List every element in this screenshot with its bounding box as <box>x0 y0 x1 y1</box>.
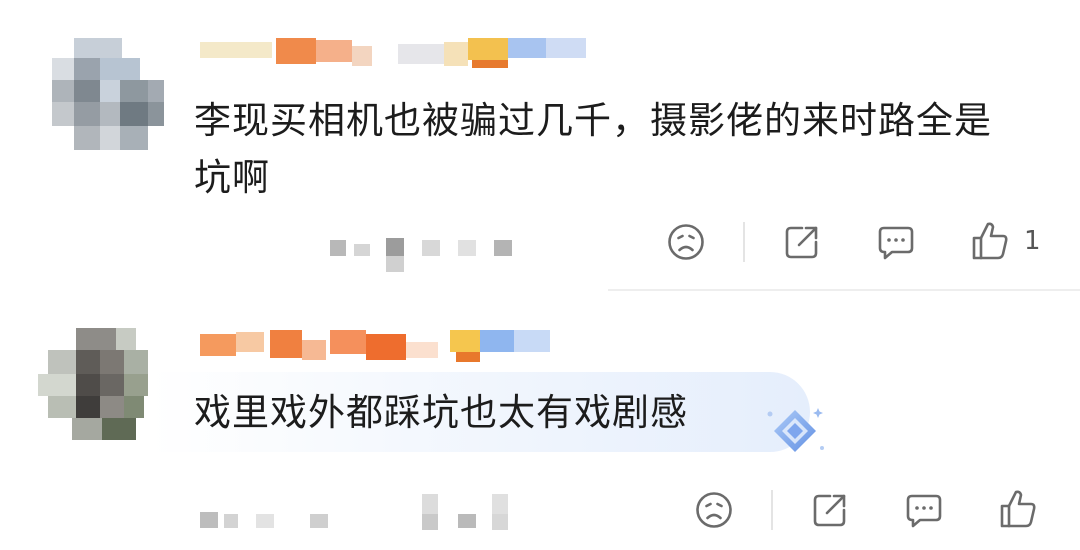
diamond-gem-icon <box>767 408 824 452</box>
action-divider <box>771 490 773 530</box>
username-redacted[interactable] <box>200 330 552 364</box>
dislike-button[interactable] <box>694 490 734 530</box>
share-button[interactable] <box>810 490 850 530</box>
comment-item: 戏里戏外都踩坑也太有戏剧感 <box>0 0 1080 550</box>
comment-meta-redacted <box>200 492 530 532</box>
like-button[interactable] <box>998 488 1052 530</box>
comment-bubble-icon <box>906 494 942 528</box>
comment-text: 戏里戏外都踩坑也太有戏剧感 <box>194 391 688 434</box>
reply-button[interactable] <box>904 490 944 530</box>
thumbs-up-icon <box>1000 490 1036 528</box>
sad-face-icon <box>696 492 732 528</box>
avatar[interactable] <box>38 328 156 440</box>
share-icon <box>813 494 846 527</box>
